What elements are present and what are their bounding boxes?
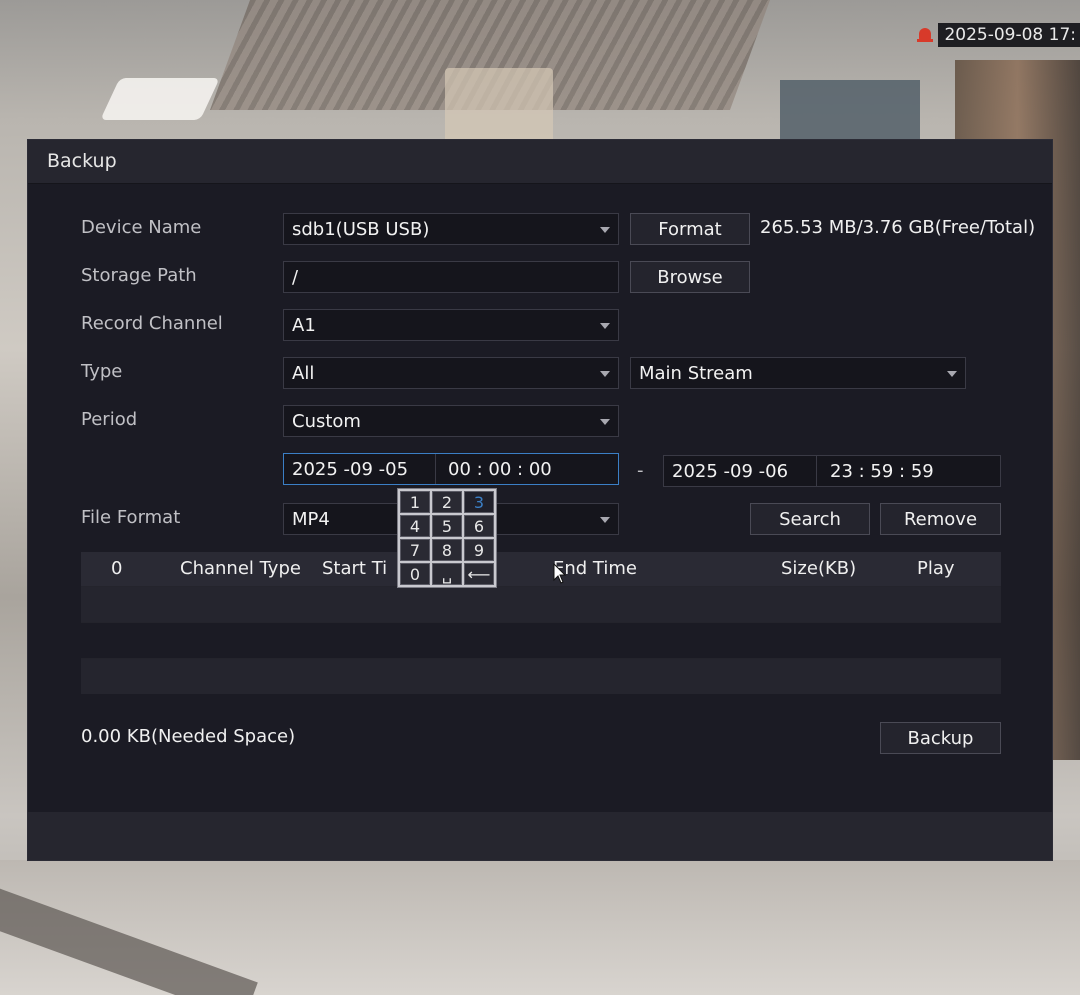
remove-button[interactable]: Remove (880, 503, 1001, 535)
table-row[interactable] (81, 658, 1001, 694)
key-2[interactable]: 2 (432, 491, 462, 513)
chevron-down-icon (600, 323, 610, 329)
header-play: Play (917, 558, 955, 579)
stream-value: Main Stream (639, 362, 753, 384)
end-datetime-field[interactable]: 2025 -09 -06 23 : 59 : 59 (663, 455, 1001, 487)
end-time-input[interactable]: 23 : 59 : 59 (830, 461, 934, 482)
range-separator: - (637, 460, 644, 481)
storage-path-field[interactable]: / (283, 261, 619, 293)
type-label: Type (81, 361, 123, 382)
field-separator (435, 454, 436, 484)
chevron-down-icon (600, 227, 610, 233)
camera-background-light (100, 78, 220, 120)
period-label: Period (81, 409, 138, 430)
header-channel-type: Channel Type (180, 558, 301, 579)
record-channel-select[interactable]: A1 (283, 309, 619, 341)
chevron-down-icon (600, 517, 610, 523)
mouse-cursor-icon (553, 563, 567, 584)
file-format-value: MP4 (292, 508, 330, 530)
chevron-down-icon (947, 371, 957, 377)
key-5[interactable]: 5 (432, 515, 462, 537)
device-name-label: Device Name (81, 217, 202, 238)
backup-dialog: Backup Device Name sdb1(USB USB) Format … (28, 140, 1052, 860)
table-row[interactable] (81, 622, 1001, 658)
table-row[interactable] (81, 586, 1001, 622)
status-datetime: 2025-09-08 17: (916, 22, 1080, 48)
field-separator (816, 456, 817, 486)
type-select[interactable]: All (283, 357, 619, 389)
start-date-input[interactable]: 2025 -09 -05 (292, 459, 408, 480)
device-name-select[interactable]: sdb1(USB USB) (283, 213, 619, 245)
results-table: 0 Channel Type Start Ti End Time Size(KB… (81, 552, 1001, 694)
key-4[interactable]: 4 (400, 515, 430, 537)
key-backspace[interactable]: ⟵ (464, 563, 494, 585)
datetime-text: 2025-09-08 17: (938, 23, 1080, 47)
key-6[interactable]: 6 (464, 515, 494, 537)
key-8[interactable]: 8 (432, 539, 462, 561)
file-format-label: File Format (81, 507, 181, 528)
table-header: 0 Channel Type Start Ti End Time Size(KB… (81, 552, 1001, 586)
search-button[interactable]: Search (750, 503, 870, 535)
record-channel-value: A1 (292, 314, 316, 336)
storage-space-info: 265.53 MB/3.76 GB(Free/Total) (760, 217, 1036, 238)
storage-path-label: Storage Path (81, 265, 197, 286)
header-start-time: Start Ti (322, 558, 388, 579)
key-9[interactable]: 9 (464, 539, 494, 561)
type-value: All (292, 362, 315, 384)
key-1[interactable]: 1 (400, 491, 430, 513)
start-time-input[interactable]: 00 : 00 : 00 (448, 459, 552, 480)
camera-background-door (445, 68, 553, 148)
key-space[interactable]: ␣ (432, 563, 462, 585)
chevron-down-icon (600, 371, 610, 377)
key-7[interactable]: 7 (400, 539, 430, 561)
browse-button[interactable]: Browse (630, 261, 750, 293)
end-date-input[interactable]: 2025 -09 -06 (672, 461, 788, 482)
key-0[interactable]: 0 (400, 563, 430, 585)
chevron-down-icon (600, 419, 610, 425)
dialog-title: Backup (28, 140, 1052, 184)
alarm-bell-icon (916, 26, 934, 44)
start-datetime-field[interactable]: 2025 -09 -05 00 : 00 : 00 (283, 453, 619, 485)
backup-button[interactable]: Backup (880, 722, 1001, 754)
header-size: Size(KB) (781, 558, 857, 579)
needed-space-text: 0.00 KB(Needed Space) (81, 726, 296, 747)
header-select-all[interactable]: 0 (111, 558, 122, 579)
period-select[interactable]: Custom (283, 405, 619, 437)
key-3[interactable]: 3 (464, 491, 494, 513)
dialog-footer (28, 812, 1052, 860)
stream-select[interactable]: Main Stream (630, 357, 966, 389)
storage-path-value: / (292, 266, 299, 288)
format-button[interactable]: Format (630, 213, 750, 245)
period-value: Custom (292, 410, 361, 432)
record-channel-label: Record Channel (81, 313, 223, 334)
numeric-keypad: 1 2 3 4 5 6 7 8 9 0 ␣ ⟵ (398, 489, 496, 587)
device-name-value: sdb1(USB USB) (292, 218, 430, 240)
